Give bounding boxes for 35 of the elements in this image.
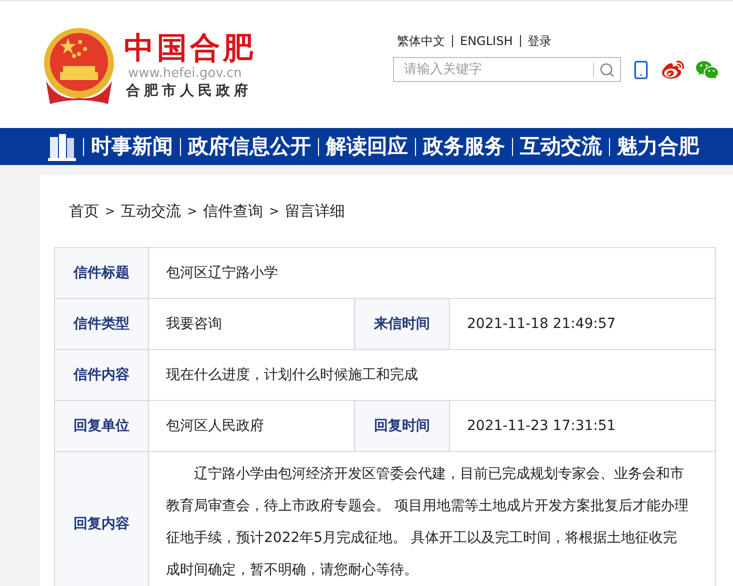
site-subtitle: 合肥市人民政府 — [126, 82, 253, 100]
nav-item[interactable]: 时事新闻 — [91, 131, 173, 162]
site-title: 中国合肥 — [124, 32, 256, 66]
nav-item[interactable]: 政府信息公开 — [188, 131, 311, 162]
breadcrumb-link[interactable]: 互动交流 — [121, 200, 182, 222]
field-label: 信件标题 — [55, 248, 149, 298]
top-link[interactable]: 登录 — [528, 32, 552, 50]
nav-item[interactable]: 互动交流 — [520, 131, 602, 162]
breadcrumb-separator: > — [105, 203, 116, 220]
field-label: 信件类型 — [55, 299, 149, 349]
field-value: 包河区辽宁路小学 — [165, 264, 279, 282]
breadcrumb-link[interactable]: 信件查询 — [203, 200, 264, 222]
search-field[interactable]: 请输入关键字 — [394, 60, 593, 80]
breadcrumb-link[interactable]: 首页 — [69, 200, 99, 222]
nav-item[interactable]: 政务服务 — [423, 131, 505, 162]
field-label: 来信时间 — [355, 299, 450, 349]
site-url: www.hefei.gov.cn — [128, 66, 243, 82]
search-icon[interactable] — [599, 62, 615, 78]
breadcrumb-link[interactable]: 留言详细 — [285, 200, 346, 222]
nav-item[interactable]: 解读回应 — [326, 131, 408, 162]
top-link[interactable]: 繁体中文 — [397, 32, 445, 50]
nav-item[interactable]: 魅力合肥 — [617, 131, 699, 162]
breadcrumb-separator: > — [269, 203, 280, 220]
field-label: 回复内容 — [55, 452, 149, 586]
field-label: 回复时间 — [355, 401, 450, 451]
top-link[interactable]: ENGLISH — [460, 32, 513, 50]
field-label: 信件内容 — [55, 350, 149, 400]
field-value: 2021-11-18 21:49:57 — [466, 314, 617, 334]
search-box[interactable]: 请输入关键字 — [393, 57, 621, 82]
field-label: 回复单位 — [55, 401, 149, 451]
breadcrumb-separator: > — [187, 203, 198, 220]
field-value: 现在什么进度，计划什么时候施工和完成 — [165, 366, 419, 384]
field-value: 2021-11-23 17:31:51 — [466, 416, 617, 436]
reply-text: 辽宁路小学由包河经济开发区管委会代建，目前已完成规划专家会、业务会和市教育局审查会，待上市政府专题会。 项目用地需等土地成片开发方案批复后才能办理征地手续，预计2022年5月完成征地。 具体开工以及完工时间，将根据土地征收完成时间确定，暂不明确，请您耐心等待。 — [166, 465, 689, 580]
building-icon — [48, 132, 76, 160]
